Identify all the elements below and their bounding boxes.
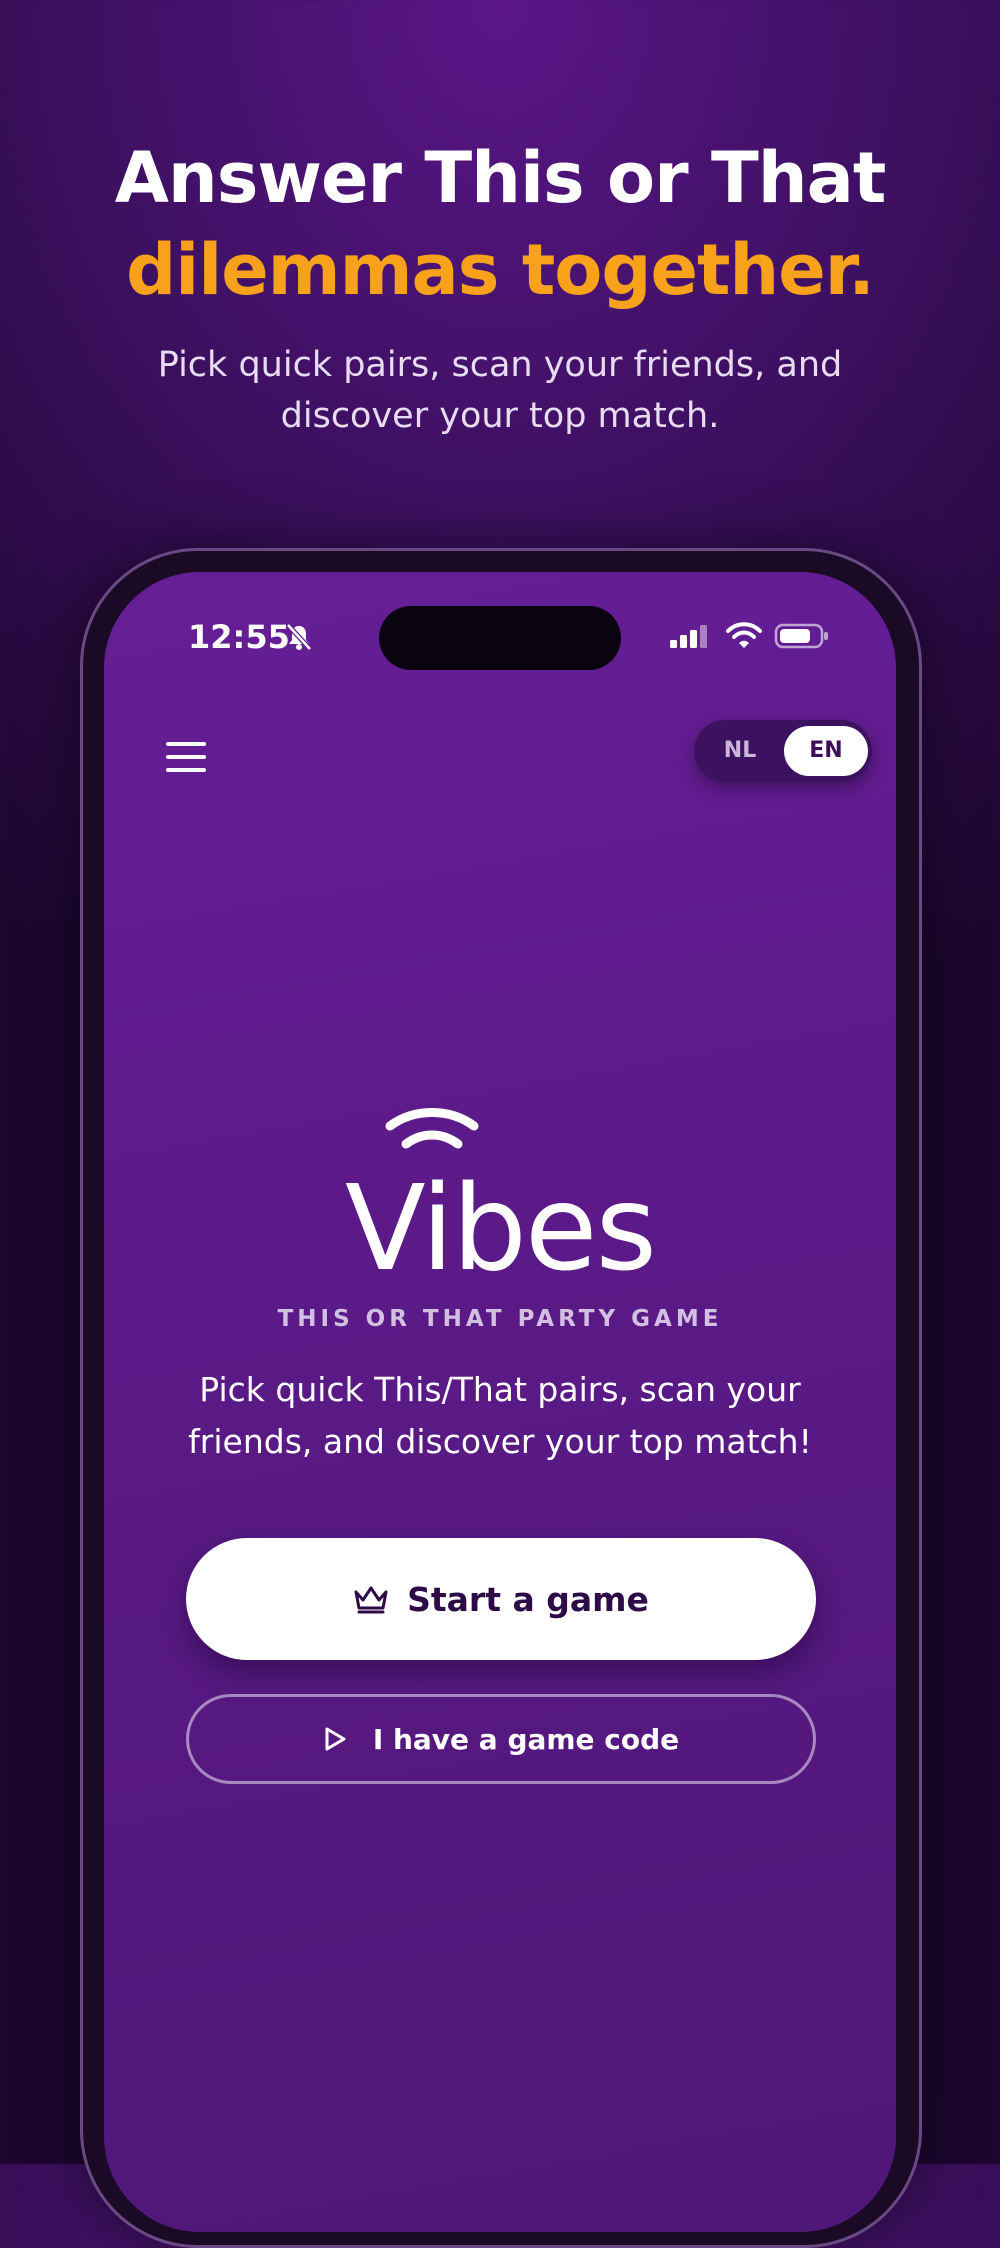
app-description: Pick quick This/That pairs, scan your fr… xyxy=(188,1370,812,1461)
app-logo: Vibes xyxy=(345,1159,657,1297)
wifi-icon xyxy=(726,622,762,648)
hero-title-line1: Answer This or That xyxy=(114,137,887,219)
hero-subtitle: Pick quick pairs, scan your friends, and… xyxy=(157,345,843,436)
battery-icon xyxy=(774,623,828,649)
language-option-en[interactable]: EN xyxy=(784,726,868,776)
bell-muted-icon xyxy=(286,623,312,651)
hamburger-menu-icon[interactable] xyxy=(166,742,210,778)
dynamic-island xyxy=(379,606,621,670)
start-game-button[interactable]: Start a game xyxy=(186,1538,816,1660)
app-tagline: THIS OR THAT PARTY GAME xyxy=(277,1306,723,1332)
hero-title-line2: dilemmas together. xyxy=(126,229,875,311)
language-toggle[interactable]: NL EN xyxy=(694,720,872,782)
start-game-label: Start a game xyxy=(407,1579,649,1619)
status-time: 12:55 xyxy=(188,618,290,656)
language-option-nl[interactable]: NL xyxy=(700,726,780,776)
game-code-button[interactable]: I have a game code xyxy=(186,1694,816,1784)
game-code-label: I have a game code xyxy=(372,1722,680,1756)
phone-screen: 12:55 NL EN Vibes THIS OR THAT PARTY GAM… xyxy=(104,572,896,2232)
hero-headline: Answer This or That dilemmas together. xyxy=(0,132,1000,316)
cellular-signal-icon xyxy=(670,625,707,648)
logo-signal-icon xyxy=(385,1108,479,1149)
crown-icon xyxy=(354,1586,388,1614)
play-icon xyxy=(325,1727,346,1751)
